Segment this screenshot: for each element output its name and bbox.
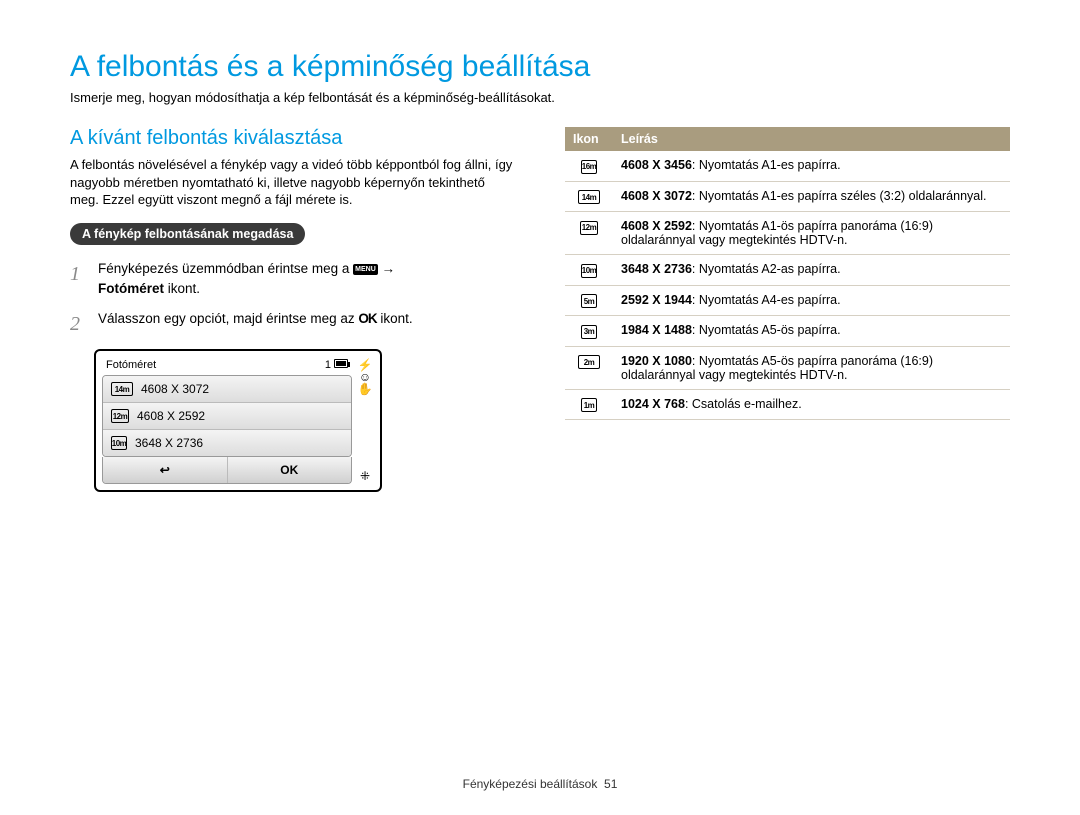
camera-resolution-row[interactable]: 14m 4608 X 3072 bbox=[103, 376, 351, 403]
camera-back-button[interactable]: ↩ bbox=[103, 457, 228, 483]
hand-icon: ✋ bbox=[358, 383, 373, 395]
resolution-table: Ikon Leírás 16m4608 X 3456: Nyomtatás A1… bbox=[565, 127, 1010, 420]
camera-page: 1 bbox=[325, 359, 331, 371]
table-row: 16m4608 X 3456: Nyomtatás A1-es papírra. bbox=[565, 151, 1010, 181]
section-subtitle: A kívánt felbontás kiválasztása bbox=[70, 127, 515, 150]
battery-icon bbox=[334, 359, 348, 368]
resolution-table-body: 16m4608 X 3456: Nyomtatás A1-es papírra.… bbox=[565, 151, 1010, 420]
table-row: 1m1024 X 768: Csatolás e-mailhez. bbox=[565, 389, 1010, 420]
ok-icon-inline: OK bbox=[358, 311, 376, 326]
resolution-icon: 16m bbox=[581, 160, 597, 174]
resolution-icon: 10m bbox=[581, 264, 597, 278]
camera-ok-button[interactable]: OK bbox=[228, 457, 352, 483]
step-1-body: Fényképezés üzemmódban érintse meg a MEN… bbox=[98, 259, 515, 300]
subheader-pill: A fénykép felbontásának megadása bbox=[70, 223, 305, 245]
page-title: A felbontás és a képminőség beállítása bbox=[70, 50, 1010, 84]
camera-resolution-row[interactable]: 12m 4608 X 2592 bbox=[103, 403, 351, 430]
intro-text: Ismerje meg, hogyan módosíthatja a kép f… bbox=[70, 90, 1010, 105]
table-row: 10m3648 X 2736: Nyomtatás A2-as papírra. bbox=[565, 255, 1010, 286]
resolution-icon: 12m bbox=[111, 409, 129, 423]
resolution-icon: 14m bbox=[111, 382, 133, 396]
resolution-icon: 10m bbox=[111, 436, 127, 450]
resolution-icon: 5m bbox=[581, 294, 597, 308]
resolution-label: 4608 X 2592 bbox=[137, 409, 205, 423]
table-row: 3m1984 X 1488: Nyomtatás A5-ös papírra. bbox=[565, 316, 1010, 347]
table-row: 12m4608 X 2592: Nyomtatás A1-ös papírra … bbox=[565, 212, 1010, 255]
resolution-icon: 14m bbox=[578, 190, 600, 204]
table-row: 2m1920 X 1080: Nyomtatás A5-ös papírra p… bbox=[565, 346, 1010, 389]
step-number-2: 2 bbox=[70, 309, 88, 339]
resolution-icon: 1m bbox=[581, 398, 597, 412]
resolution-icon: 3m bbox=[581, 325, 597, 339]
table-row: 14m4608 X 3072: Nyomtatás A1-es papírra … bbox=[565, 181, 1010, 212]
resolution-icon: 2m bbox=[578, 355, 600, 369]
camera-title: Fotóméret bbox=[106, 359, 156, 371]
table-row: 5m2592 X 1944: Nyomtatás A4-es papírra. bbox=[565, 285, 1010, 316]
page-footer: Fényképezési beállítások 51 bbox=[0, 777, 1080, 791]
step-number-1: 1 bbox=[70, 259, 88, 300]
resolution-icon: 12m bbox=[580, 221, 598, 235]
table-header-desc: Leírás bbox=[613, 127, 1010, 151]
paragraph: A felbontás növelésével a fénykép vagy a… bbox=[70, 156, 515, 209]
focus-icon: ⁜ bbox=[360, 470, 370, 482]
table-header-icon: Ikon bbox=[565, 127, 613, 151]
resolution-label: 4608 X 3072 bbox=[141, 382, 209, 396]
menu-icon: MENU bbox=[353, 264, 378, 275]
camera-list: 14m 4608 X 3072 12m 4608 X 2592 10m 3648 X 27… bbox=[102, 375, 352, 457]
camera-ui-mock: Fotóméret 1 14m 4608 X 3072 12m 4608 X 2592… bbox=[94, 349, 382, 492]
resolution-label: 3648 X 2736 bbox=[135, 436, 203, 450]
camera-resolution-row[interactable]: 10m 3648 X 2736 bbox=[103, 430, 351, 456]
step-2-body: Válasszon egy opciót, majd érintse meg a… bbox=[98, 309, 515, 339]
